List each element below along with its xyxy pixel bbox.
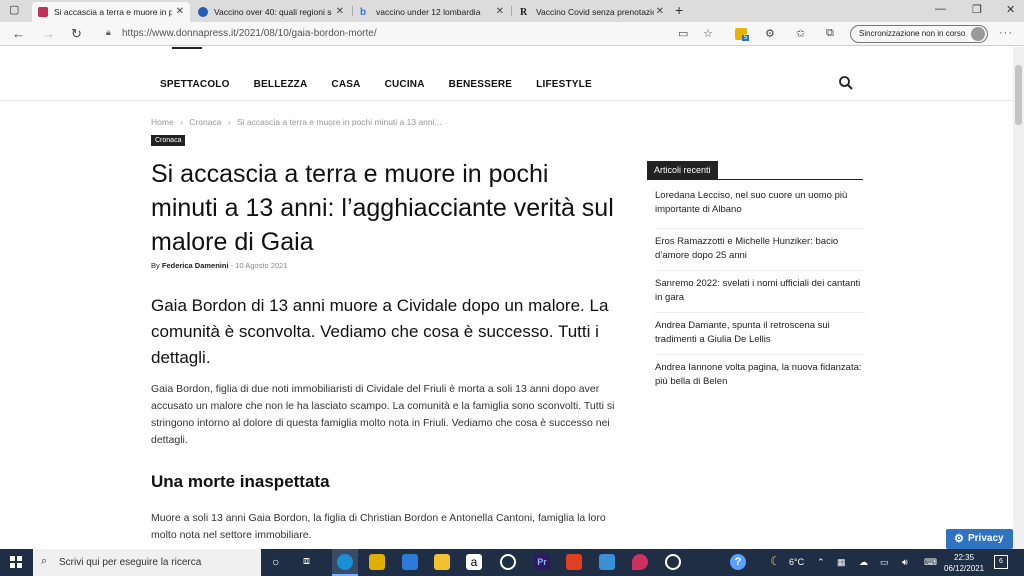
recent-articles-list: Loredana Lecciso, nel suo cuore un uomo … xyxy=(655,187,865,397)
breadcrumb-home[interactable]: Home xyxy=(151,117,174,127)
lock-icon: 🔒︎ xyxy=(106,27,111,37)
minimize-icon[interactable]: — xyxy=(935,3,946,15)
taskbar: ⌕ Scrivi qui per eseguire la ricerca ○ ⧈… xyxy=(0,549,1024,576)
weather-icon[interactable]: ☾ xyxy=(770,554,781,568)
site-header: SPETTACOLO BELLEZZA CASA CUCINA BENESSER… xyxy=(0,47,1013,101)
amazon-icon[interactable]: a xyxy=(466,554,482,570)
breadcrumb: Home › Cronaca › Si accascia a terra e m… xyxy=(151,117,442,127)
store-icon[interactable] xyxy=(369,554,385,570)
privacy-button[interactable]: ⚙ Privacy xyxy=(946,529,1013,549)
search-icon[interactable] xyxy=(838,75,854,91)
favorites-icon[interactable]: ✩ xyxy=(796,27,805,40)
bing-icon: b xyxy=(360,7,367,18)
windows-start-icon[interactable] xyxy=(10,556,22,568)
sidebar-title: Articoli recenti xyxy=(647,161,718,179)
gear-icon: ⚙ xyxy=(954,533,964,545)
forward-icon[interactable]: → xyxy=(42,26,55,41)
article-paragraph-1: Gaia Bordon, figlia di due noti immobili… xyxy=(151,383,615,446)
tab-strip: ▢ Si accascia a terra e muore in po ✕ Va… xyxy=(0,0,1024,22)
breadcrumb-current: Si accascia a terra e muore in pochi min… xyxy=(237,117,442,127)
article-paragraph-2: Muore a soli 13 anni Gaia Bordon, la fig… xyxy=(151,512,606,541)
close-window-icon[interactable]: ✕ xyxy=(1006,3,1015,16)
page-scrollbar[interactable] xyxy=(1013,47,1024,549)
extension-badge: 5 xyxy=(742,35,750,41)
main-menu: SPETTACOLO BELLEZZA CASA CUCINA BENESSER… xyxy=(160,79,592,90)
avatar xyxy=(971,27,985,41)
category-badge[interactable]: Cronaca xyxy=(151,135,186,146)
office-icon[interactable] xyxy=(566,554,582,570)
onedrive-icon[interactable]: ☁ xyxy=(859,557,868,568)
menu-item-bellezza[interactable]: BELLEZZA xyxy=(254,79,308,90)
browser-tab-1[interactable]: Si accascia a terra e muore in po ✕ xyxy=(32,2,190,22)
byline: By Federica Damenini - 10 Agosto 2021 xyxy=(151,261,288,270)
list-item[interactable]: Loredana Lecciso, nel suo cuore un uomo … xyxy=(655,187,865,229)
list-item[interactable]: Sanremo 2022: svelati i nomi ufficiali d… xyxy=(655,271,865,313)
temperature[interactable]: 6°C xyxy=(789,557,804,567)
extensions-icon[interactable]: ⚙ xyxy=(765,27,775,40)
menu-item-casa[interactable]: CASA xyxy=(331,79,360,90)
collections-icon[interactable]: ⧉ xyxy=(826,27,834,40)
premiere-icon[interactable]: Pr xyxy=(534,554,550,570)
paint-icon[interactable] xyxy=(632,554,648,570)
author-link[interactable]: Federica Damenini xyxy=(162,261,229,270)
menu-item-benessere[interactable]: BENESSERE xyxy=(449,79,513,90)
window-menu-icon[interactable]: ▢ xyxy=(9,3,19,16)
close-tab-icon[interactable]: ✕ xyxy=(336,6,344,17)
app-icon[interactable] xyxy=(665,554,681,570)
list-item[interactable]: Andrea Iannone volta pagina, la nuova fi… xyxy=(655,355,865,397)
sync-button[interactable]: Sincronizzazione non in corso xyxy=(850,25,988,43)
restore-icon[interactable]: ❐ xyxy=(972,3,982,16)
volume-icon[interactable]: 🔊︎ xyxy=(902,557,908,568)
notification-icon[interactable]: 6 xyxy=(994,555,1008,569)
edge-icon[interactable] xyxy=(337,554,353,570)
close-tab-icon[interactable]: ✕ xyxy=(656,6,664,17)
url-field[interactable]: 🔒︎ https://www.donnapress.it/2021/08/10/… xyxy=(106,27,377,39)
scrollbar-thumb[interactable] xyxy=(1015,65,1022,125)
browser-tab-4[interactable]: R Vaccino Covid senza prenotazion ✕ xyxy=(514,2,670,22)
breadcrumb-cronaca[interactable]: Cronaca xyxy=(189,117,221,127)
menu-item-cucina[interactable]: CUCINA xyxy=(385,79,425,90)
favicon-icon xyxy=(38,7,48,17)
favorite-add-icon[interactable]: ☆ xyxy=(703,27,713,40)
menu-item-spettacolo[interactable]: SPETTACOLO xyxy=(160,79,230,90)
browser-tab-2[interactable]: Vaccino over 40: quali regioni so ✕ xyxy=(192,2,350,22)
network-icon[interactable]: ▭ xyxy=(880,557,889,568)
reload-icon[interactable]: ↻ xyxy=(71,26,82,42)
publish-date: 10 Agosto 2021 xyxy=(235,261,288,270)
keyboard-icon[interactable]: ⌨ xyxy=(924,557,937,568)
close-tab-icon[interactable]: ✕ xyxy=(176,6,184,17)
task-view-icon[interactable]: ⧈ xyxy=(303,555,310,568)
article-subheading: Una morte inaspettata xyxy=(151,472,330,491)
reader-view-icon[interactable]: ▭ xyxy=(678,27,688,40)
taskbar-search-input[interactable]: ⌕ Scrivi qui per eseguire la ricerca xyxy=(33,549,261,576)
article-title: Si accascia a terra e muore in pochi min… xyxy=(151,160,614,256)
list-item[interactable]: Eros Ramazzotti e Michelle Hunziker: bac… xyxy=(655,229,865,271)
more-icon[interactable]: ··· xyxy=(999,27,1013,39)
search-icon: ⌕ xyxy=(41,555,48,567)
clock[interactable]: 22:35 06/12/2021 xyxy=(944,552,984,574)
mail-icon[interactable] xyxy=(402,554,418,570)
tray-app-icon[interactable]: ▦ xyxy=(837,557,846,568)
logo xyxy=(172,47,202,49)
menu-item-lifestyle[interactable]: LIFESTYLE xyxy=(536,79,592,90)
favicon-icon xyxy=(198,7,208,17)
app-icon[interactable] xyxy=(500,554,516,570)
photos-icon[interactable] xyxy=(599,554,615,570)
article-lead: Gaia Bordon di 13 anni muore a Cividale … xyxy=(151,296,609,367)
help-icon[interactable]: ? xyxy=(730,554,746,570)
address-bar: ← → ↻ 🔒︎ https://www.donnapress.it/2021/… xyxy=(0,22,1024,46)
close-tab-icon[interactable]: ✕ xyxy=(496,6,504,17)
page-viewport: SPETTACOLO BELLEZZA CASA CUCINA BENESSER… xyxy=(0,47,1013,549)
list-item[interactable]: Andrea Damante, spunta il retroscena sui… xyxy=(655,313,865,355)
site-r-icon: R xyxy=(520,7,528,18)
file-explorer-icon[interactable] xyxy=(434,554,450,570)
browser-tab-3[interactable]: b vaccino under 12 lombardia ✕ xyxy=(354,2,510,22)
chevron-up-icon[interactable]: ⌃ xyxy=(817,557,825,568)
new-tab-icon[interactable]: + xyxy=(675,2,683,18)
cortana-icon[interactable]: ○ xyxy=(272,555,279,569)
back-icon[interactable]: ← xyxy=(12,26,25,41)
